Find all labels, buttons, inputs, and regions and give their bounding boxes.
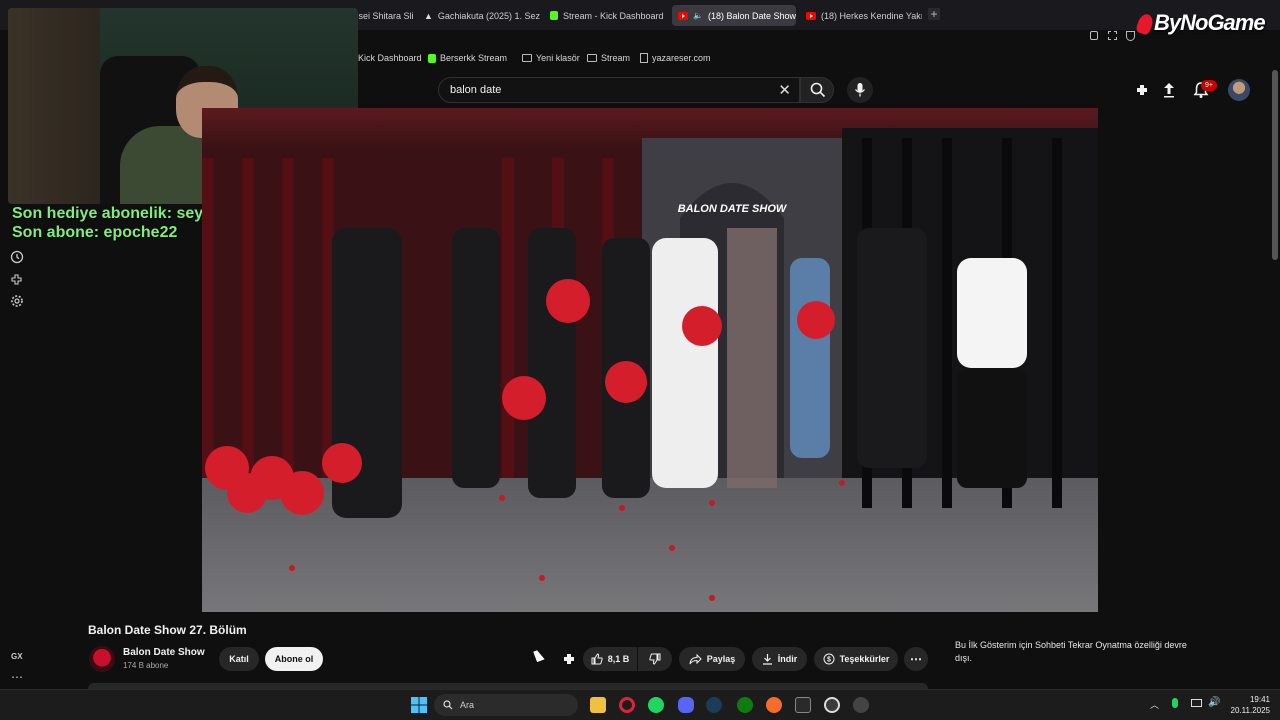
subscriber-count: 174 B abone [123, 661, 169, 670]
mouse-cursor-icon [533, 648, 545, 663]
search-input[interactable]: balon date ✕ [438, 77, 800, 103]
extension-icon[interactable] [561, 651, 577, 667]
download-button[interactable]: İndir [752, 647, 807, 671]
search-icon [443, 700, 453, 710]
svg-text:$: $ [827, 657, 831, 664]
opera-gx-icon[interactable] [619, 697, 635, 713]
extension-icon[interactable] [1133, 80, 1153, 100]
thanks-button[interactable]: $ Teşekkürler [814, 647, 898, 671]
tab-gachiakuta[interactable]: ▲ Gachiakuta (2025) 1. Sezon [418, 5, 540, 26]
channel-name[interactable]: Balon Date Show [123, 647, 205, 658]
bookmark-stream[interactable]: Stream [587, 53, 630, 63]
voice-search-button[interactable] [847, 77, 873, 103]
taskbar-clock[interactable]: 19:41 20.11.2025 [1231, 694, 1270, 716]
tab-herkes[interactable]: (18) Herkes Kendine Yakışanı [800, 5, 922, 26]
kick-icon [428, 53, 436, 63]
page-scrollbar[interactable] [1272, 70, 1278, 260]
pen-icon [1135, 12, 1155, 36]
watermark-logo: ByNoGame [1135, 10, 1266, 36]
file-explorer-icon[interactable] [590, 697, 606, 713]
more-menu-icon[interactable]: ⋯ [11, 670, 23, 684]
spotify-icon[interactable] [648, 697, 664, 713]
history-icon[interactable] [10, 250, 24, 264]
tab-balon-date-show[interactable]: 🔈 (18) Balon Date Show [672, 5, 796, 26]
shield-icon[interactable] [1126, 31, 1135, 41]
windows-taskbar: Ara ︿ 🔊 19:41 20.11.2025 [0, 689, 1280, 720]
super-thanks-icon: $ [823, 653, 835, 665]
subscribe-button[interactable]: Abone ol [265, 647, 323, 671]
folder-icon [522, 54, 532, 62]
epic-games-icon[interactable] [795, 697, 811, 713]
video-title: Balon Date Show 27. Bölüm [88, 623, 247, 637]
more-actions-button[interactable]: ⋯ [904, 647, 928, 671]
windows-start-icon[interactable] [411, 697, 427, 713]
pin-icon[interactable] [1090, 31, 1098, 40]
speaker-tray-icon[interactable]: 🔊 [1208, 697, 1220, 708]
like-count: 8,1 B [607, 654, 630, 664]
like-button[interactable]: 8,1 B [583, 647, 637, 671]
more-horizontal-icon: ⋯ [910, 652, 922, 666]
speaker-icon: 🔈 [693, 11, 703, 20]
upload-icon[interactable] [1159, 80, 1179, 100]
page-icon [640, 53, 648, 63]
steam-icon[interactable] [706, 697, 722, 713]
dislike-button[interactable] [638, 647, 672, 671]
avatar[interactable] [1228, 79, 1250, 101]
bookmark-yeni-klasor[interactable]: Yeni klasör [522, 53, 580, 63]
bookmark-kick-dashboard[interactable]: Kick Dashboard [358, 53, 422, 63]
search-icon [810, 82, 826, 98]
display-tray-icon[interactable] [1191, 699, 1202, 707]
new-tab-button[interactable]: + [928, 8, 940, 20]
origin-icon[interactable] [766, 697, 782, 713]
extensions-icon[interactable] [10, 272, 24, 286]
screenshot-icon[interactable] [1108, 31, 1117, 40]
share-button[interactable]: Paylaş [679, 647, 745, 671]
notification-badge: 9+ [1201, 80, 1217, 91]
thumbs-up-icon [591, 653, 603, 665]
youtube-icon [678, 11, 688, 20]
thumbs-down-icon [649, 653, 661, 665]
channel-avatar[interactable] [89, 646, 115, 672]
obs-icon[interactable] [824, 697, 840, 713]
mic-tray-icon[interactable] [1172, 698, 1178, 708]
search-button[interactable] [800, 77, 834, 103]
microphone-icon [854, 83, 866, 97]
video-frame: BALON DATE SHOW [202, 108, 1098, 612]
clear-search-icon[interactable]: ✕ [778, 81, 791, 99]
youtube-icon [806, 11, 816, 20]
tab-kick-dashboard[interactable]: Stream - Kick Dashboard [544, 5, 668, 26]
gx-corner-label[interactable]: GX [11, 652, 23, 661]
xbox-icon[interactable] [737, 697, 753, 713]
download-icon [762, 654, 772, 665]
chevron-up-icon[interactable]: ︿ [1150, 698, 1159, 711]
app-settings-icon[interactable] [853, 697, 869, 713]
kick-icon [550, 11, 558, 20]
bookmark-yazareser[interactable]: yazareser.com [640, 53, 711, 63]
taskbar-search-input[interactable]: Ara [434, 694, 578, 716]
video-player[interactable]: BALON DATE SHOW [202, 108, 1098, 612]
settings-icon[interactable] [10, 294, 24, 308]
webcam-wardrobe [8, 8, 100, 204]
live-chat-disabled-note: Bu İlk Gösterim için Sohbeti Tekrar Oyna… [955, 640, 1187, 663]
bookmark-berserkk-stream[interactable]: Berserkk Stream [428, 53, 507, 63]
share-icon [689, 653, 702, 664]
join-button[interactable]: Katıl [219, 647, 259, 671]
generic-icon: ▲ [424, 10, 433, 21]
folder-icon [587, 54, 597, 62]
scene-neon-sign: BALON DATE SHOW [678, 203, 788, 215]
discord-icon[interactable] [678, 697, 694, 713]
